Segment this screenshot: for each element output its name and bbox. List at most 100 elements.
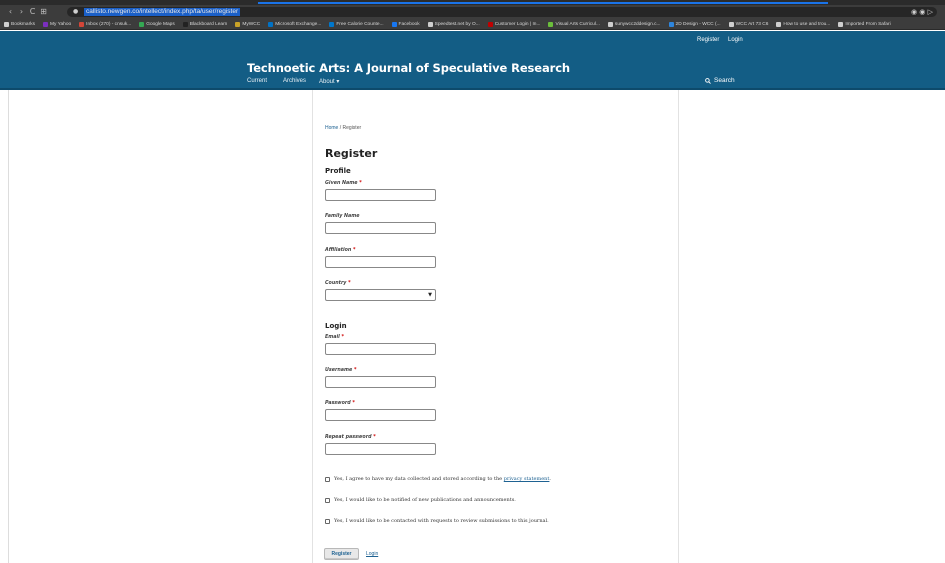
site-header — [0, 31, 945, 89]
nav-archives[interactable]: Archives — [283, 78, 306, 84]
bookmark-favicon-icon — [487, 21, 493, 27]
bookmark-label: My Yahoo — [50, 21, 72, 27]
bookmark-item[interactable]: Free Calorie Counte... — [329, 21, 384, 27]
bookmark-item[interactable]: Bookmarks — [4, 21, 35, 27]
browser-toolbar: ‹ › C ⊞ ● callisto.newgen.co/intellect/i… — [0, 5, 945, 19]
bookmark-label: How to use and trou... — [783, 21, 831, 27]
bookmark-item[interactable]: 2D Design - WCC (... — [668, 21, 721, 27]
family-name-input[interactable] — [325, 222, 436, 234]
bookmark-favicon-icon — [235, 21, 241, 27]
bookmark-favicon-icon — [728, 21, 734, 27]
review-consent-row: Yes, I would like to be contacted with r… — [325, 518, 549, 524]
nav-current[interactable]: Current — [247, 78, 267, 84]
register-button[interactable]: Register — [324, 548, 359, 560]
affiliation-label: Affiliation * — [325, 248, 356, 253]
url-text[interactable]: callisto.newgen.co/intellect/index.php/t… — [84, 8, 241, 16]
profile-section-title: Profile — [325, 167, 351, 175]
bookmark-item[interactable]: Imported From Safari — [838, 21, 891, 27]
given-name-input[interactable] — [325, 189, 436, 201]
active-tab-indicator — [258, 2, 828, 4]
apps-grid-icon[interactable]: ⊞ — [38, 5, 49, 19]
privacy-consent-row: Yes, I agree to have my data collected a… — [325, 476, 551, 482]
extension-icons[interactable]: ◉ ◉ ▷ — [911, 7, 933, 17]
bookmark-favicon-icon — [4, 21, 9, 27]
bookmark-label: Free Calorie Counte... — [336, 21, 384, 27]
bookmark-item[interactable]: Google Maps — [139, 21, 175, 27]
privacy-consent-label: Yes, I agree to have my data collected a… — [334, 476, 552, 482]
search-link[interactable]: Search — [705, 77, 735, 84]
bookmark-item[interactable]: WCC Art 73 C6 — [728, 21, 769, 27]
bookmark-label: Blackboard Learn — [189, 21, 228, 27]
username-input[interactable] — [325, 376, 436, 388]
notify-label: Yes, I would like to be notified of new … — [334, 497, 516, 503]
bookmark-item[interactable]: My Yahoo — [43, 21, 72, 27]
bookmark-label: Bookmarks — [11, 21, 35, 27]
notify-consent-row: Yes, I would like to be notified of new … — [325, 497, 516, 503]
family-name-label: Family Name — [325, 214, 360, 219]
search-label: Search — [714, 77, 735, 84]
forward-icon[interactable]: › — [16, 5, 27, 19]
bookmark-favicon-icon — [139, 21, 145, 27]
chevron-down-icon: ▼ — [428, 292, 432, 298]
header-login-link[interactable]: Login — [728, 37, 743, 43]
bookmark-label: Microsoft Exchange... — [275, 21, 322, 27]
back-icon[interactable]: ‹ — [5, 5, 16, 19]
breadcrumb-home[interactable]: Home — [325, 125, 338, 131]
country-select[interactable]: ▼ — [325, 289, 436, 301]
bookmark-item[interactable]: Facebook — [391, 21, 420, 27]
email-label: Email * — [325, 335, 344, 340]
lock-icon: ● — [73, 8, 79, 15]
bookmark-favicon-icon — [79, 21, 85, 27]
bookmark-item[interactable]: Blackboard Learn — [182, 21, 228, 27]
bookmark-favicon-icon — [776, 21, 782, 27]
login-section-title: Login — [325, 322, 347, 330]
country-label: Country * — [325, 281, 351, 286]
password-label: Password * — [325, 401, 355, 406]
search-icon — [705, 77, 711, 84]
bookmark-item[interactable]: How to use and trou... — [776, 21, 831, 27]
bookmark-label: Speedtest.net by O... — [434, 21, 480, 27]
bookmark-label: Inbox (270) - cnsuk... — [86, 21, 132, 27]
bookmark-item[interactable]: Visual Arts Curricul... — [548, 21, 600, 27]
privacy-statement-link[interactable]: privacy statement — [504, 476, 550, 482]
bookmark-favicon-icon — [329, 21, 335, 27]
notify-checkbox[interactable] — [325, 497, 330, 503]
breadcrumb-separator: / — [339, 125, 342, 131]
breadcrumb-current: Register — [342, 125, 362, 131]
header-divider — [0, 88, 945, 90]
bookmark-label: Customer Login | In... — [494, 21, 541, 27]
bookmark-favicon-icon — [838, 21, 844, 27]
header-register-link[interactable]: Register — [697, 37, 719, 43]
bookmark-favicon-icon — [427, 21, 433, 27]
login-link[interactable]: Login — [366, 551, 378, 557]
repeat-password-label: Repeat password * — [325, 435, 376, 440]
bookmark-item[interactable]: Customer Login | In... — [487, 21, 541, 27]
bookmark-favicon-icon — [43, 21, 48, 27]
review-checkbox[interactable] — [325, 518, 330, 524]
bookmark-label: MyWCC — [242, 21, 261, 27]
bookmark-item[interactable]: Inbox (270) - cnsuk... — [79, 21, 132, 27]
password-input[interactable] — [325, 409, 436, 421]
page-left-border — [8, 90, 9, 563]
nav-about[interactable]: About ▾ — [319, 78, 339, 85]
bookmark-item[interactable]: MyWCC — [235, 21, 261, 27]
bookmark-label: Imported From Safari — [845, 21, 891, 27]
bookmark-item[interactable]: sunywcc2ddesign.c... — [607, 21, 661, 27]
breadcrumb: Home / Register — [325, 125, 361, 131]
bookmarks-bar: Bookmarks My Yahoo Inbox (270) - cnsuk... G… — [0, 19, 945, 30]
privacy-consent-checkbox[interactable] — [325, 476, 330, 482]
repeat-password-input[interactable] — [325, 443, 436, 455]
address-bar[interactable]: ● callisto.newgen.co/intellect/index.php… — [67, 7, 937, 17]
given-name-label: Given Name * — [325, 181, 362, 186]
username-label: Username * — [325, 368, 357, 373]
bookmark-label: WCC Art 73 C6 — [735, 21, 769, 27]
site-title[interactable]: Technoetic Arts: A Journal of Speculativ… — [247, 61, 570, 75]
bookmark-label: Google Maps — [146, 21, 175, 27]
reload-icon[interactable]: C — [27, 5, 38, 19]
affiliation-input[interactable] — [325, 256, 436, 268]
bookmark-label: 2D Design - WCC (... — [675, 21, 721, 27]
email-input[interactable] — [325, 343, 436, 355]
bookmark-item[interactable]: Microsoft Exchange... — [268, 21, 322, 27]
bookmark-favicon-icon — [668, 21, 674, 27]
bookmark-item[interactable]: Speedtest.net by O... — [427, 21, 480, 27]
